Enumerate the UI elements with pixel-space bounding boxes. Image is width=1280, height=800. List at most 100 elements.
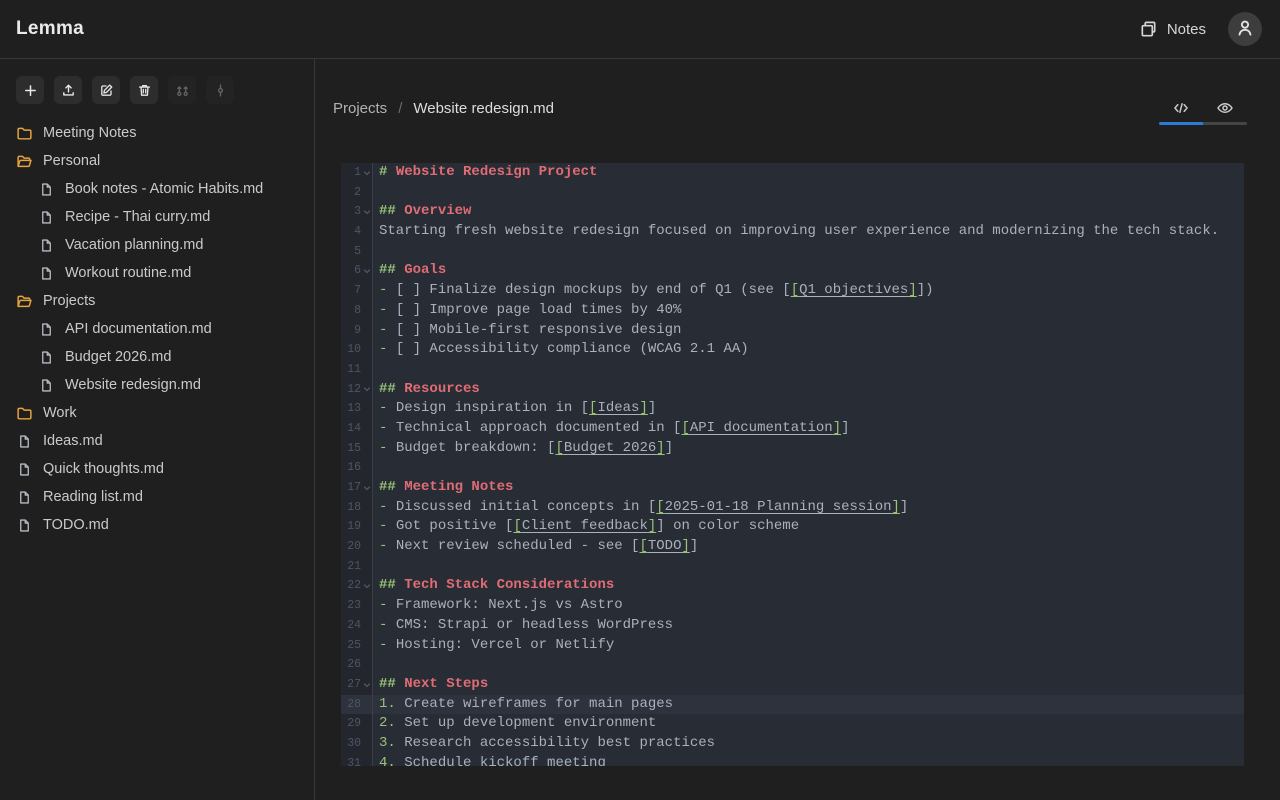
- code-text: - Got positive [[Client feedback]] on co…: [373, 517, 799, 537]
- editor-line-13[interactable]: 13- Design inspiration in [[Ideas]]: [341, 399, 1244, 419]
- editor-line-10[interactable]: 10- [ ] Accessibility compliance (WCAG 2…: [341, 340, 1244, 360]
- edit-button[interactable]: [92, 76, 120, 104]
- view-toggle-indicator: [1159, 122, 1247, 125]
- code-text: - CMS: Strapi or headless WordPress: [373, 616, 673, 636]
- editor-line-31[interactable]: 314. Schedule kickoff meeting: [341, 754, 1244, 766]
- tree-item-quick-thoughts-md[interactable]: Quick thoughts.md: [0, 455, 314, 483]
- code-text: - Framework: Next.js vs Astro: [373, 596, 623, 616]
- code-text: # Website Redesign Project: [373, 163, 597, 183]
- fold-chevron-icon[interactable]: [361, 202, 372, 222]
- line-number: 13: [341, 399, 373, 419]
- editor-line-6[interactable]: 6## Goals: [341, 261, 1244, 281]
- editor-line-2[interactable]: 2: [341, 183, 1244, 203]
- editor-line-3[interactable]: 3## Overview: [341, 202, 1244, 222]
- editor-line-14[interactable]: 14- Technical approach documented in [[A…: [341, 419, 1244, 439]
- view-toggle-tabs: [1159, 94, 1247, 122]
- file-tree: Meeting NotesPersonalBook notes - Atomic…: [0, 119, 314, 539]
- tree-item-ideas-md[interactable]: Ideas.md: [0, 427, 314, 455]
- view-tab-indicator-source: [1159, 122, 1203, 125]
- line-number: 27: [341, 675, 373, 695]
- editor-line-15[interactable]: 15- Budget breakdown: [[Budget 2026]]: [341, 439, 1244, 459]
- tree-item-personal[interactable]: Personal: [0, 147, 314, 175]
- git-commit-button: [206, 76, 234, 104]
- editor-line-26[interactable]: 26: [341, 655, 1244, 675]
- fold-chevron-icon[interactable]: [361, 261, 372, 281]
- tree-item-vacation-planning-md[interactable]: Vacation planning.md: [0, 231, 314, 259]
- editor-line-21[interactable]: 21: [341, 557, 1244, 577]
- view-tab-source[interactable]: [1159, 94, 1203, 122]
- sidebar: Meeting NotesPersonalBook notes - Atomic…: [0, 59, 315, 800]
- new-note-button[interactable]: [16, 76, 44, 104]
- editor-line-24[interactable]: 24- CMS: Strapi or headless WordPress: [341, 616, 1244, 636]
- upload-button[interactable]: [54, 76, 82, 104]
- editor-line-18[interactable]: 18- Discussed initial concepts in [[2025…: [341, 498, 1244, 518]
- editor-line-20[interactable]: 20- Next review scheduled - see [[TODO]]: [341, 537, 1244, 557]
- tree-item-label: Website redesign.md: [65, 377, 201, 393]
- file-icon: [38, 349, 55, 366]
- tree-item-label: Work: [43, 405, 77, 421]
- main-header: Projects / Website redesign.md: [315, 59, 1280, 163]
- fold-chevron-icon[interactable]: [361, 163, 372, 183]
- line-number: 10: [341, 340, 373, 360]
- editor-line-1[interactable]: 1# Website Redesign Project: [341, 163, 1244, 183]
- editor-line-28[interactable]: 281. Create wireframes for main pages: [341, 695, 1244, 715]
- fold-spacer: [361, 734, 372, 754]
- editor-line-22[interactable]: 22## Tech Stack Considerations: [341, 576, 1244, 596]
- fold-spacer: [361, 655, 372, 675]
- fold-spacer: [361, 183, 372, 203]
- tree-item-label: Budget 2026.md: [65, 349, 171, 365]
- tree-item-budget-2026-md[interactable]: Budget 2026.md: [0, 343, 314, 371]
- fold-chevron-icon[interactable]: [361, 380, 372, 400]
- tree-item-projects[interactable]: Projects: [0, 287, 314, 315]
- tree-item-workout-routine-md[interactable]: Workout routine.md: [0, 259, 314, 287]
- editor-line-27[interactable]: 27## Next Steps: [341, 675, 1244, 695]
- avatar-button[interactable]: [1228, 12, 1262, 46]
- editor-line-16[interactable]: 16: [341, 458, 1244, 478]
- code-text: 1. Create wireframes for main pages: [373, 695, 673, 715]
- markdown-editor[interactable]: 1# Website Redesign Project23## Overview…: [341, 163, 1244, 766]
- tree-item-meeting-notes[interactable]: Meeting Notes: [0, 119, 314, 147]
- notes-button[interactable]: Notes: [1133, 19, 1212, 40]
- editor-line-23[interactable]: 23- Framework: Next.js vs Astro: [341, 596, 1244, 616]
- tree-item-website-redesign-md[interactable]: Website redesign.md: [0, 371, 314, 399]
- tree-item-api-documentation-md[interactable]: API documentation.md: [0, 315, 314, 343]
- tree-item-recipe-thai-curry-md[interactable]: Recipe - Thai curry.md: [0, 203, 314, 231]
- editor-line-25[interactable]: 25- Hosting: Vercel or Netlify: [341, 636, 1244, 656]
- code-text: - [ ] Improve page load times by 40%: [373, 301, 681, 321]
- fold-chevron-icon[interactable]: [361, 675, 372, 695]
- code-text: Starting fresh website redesign focused …: [373, 222, 1219, 242]
- editor-line-12[interactable]: 12## Resources: [341, 380, 1244, 400]
- editor-line-19[interactable]: 19- Got positive [[Client feedback]] on …: [341, 517, 1244, 537]
- editor-line-9[interactable]: 9- [ ] Mobile-first responsive design: [341, 321, 1244, 341]
- folder-icon: [16, 125, 33, 142]
- line-number: 16: [341, 458, 373, 478]
- tree-item-book-notes-atomic-habits-md[interactable]: Book notes - Atomic Habits.md: [0, 175, 314, 203]
- tree-item-todo-md[interactable]: TODO.md: [0, 511, 314, 539]
- topbar-right: Notes: [1133, 12, 1262, 46]
- view-tab-preview[interactable]: [1203, 94, 1247, 122]
- editor-line-8[interactable]: 8- [ ] Improve page load times by 40%: [341, 301, 1244, 321]
- editor-line-11[interactable]: 11: [341, 360, 1244, 380]
- sidebar-toolbar: [0, 76, 314, 104]
- editor-line-30[interactable]: 303. Research accessibility best practic…: [341, 734, 1244, 754]
- line-number: 26: [341, 655, 373, 675]
- tree-item-work[interactable]: Work: [0, 399, 314, 427]
- line-number: 17: [341, 478, 373, 498]
- plus-icon: [23, 83, 38, 98]
- delete-button[interactable]: [130, 76, 158, 104]
- file-icon: [38, 377, 55, 394]
- fold-spacer: [361, 301, 372, 321]
- breadcrumb-folder[interactable]: Projects: [333, 100, 387, 117]
- editor-line-17[interactable]: 17## Meeting Notes: [341, 478, 1244, 498]
- editor-line-29[interactable]: 292. Set up development environment: [341, 714, 1244, 734]
- editor-line-4[interactable]: 4Starting fresh website redesign focused…: [341, 222, 1244, 242]
- fold-spacer: [361, 596, 372, 616]
- editor-line-7[interactable]: 7- [ ] Finalize design mockups by end of…: [341, 281, 1244, 301]
- fold-chevron-icon[interactable]: [361, 576, 372, 596]
- fold-chevron-icon[interactable]: [361, 478, 372, 498]
- tree-item-reading-list-md[interactable]: Reading list.md: [0, 483, 314, 511]
- editor-line-5[interactable]: 5: [341, 242, 1244, 262]
- breadcrumb-file: Website redesign.md: [413, 100, 554, 117]
- notes-button-label: Notes: [1167, 21, 1206, 38]
- fold-spacer: [361, 439, 372, 459]
